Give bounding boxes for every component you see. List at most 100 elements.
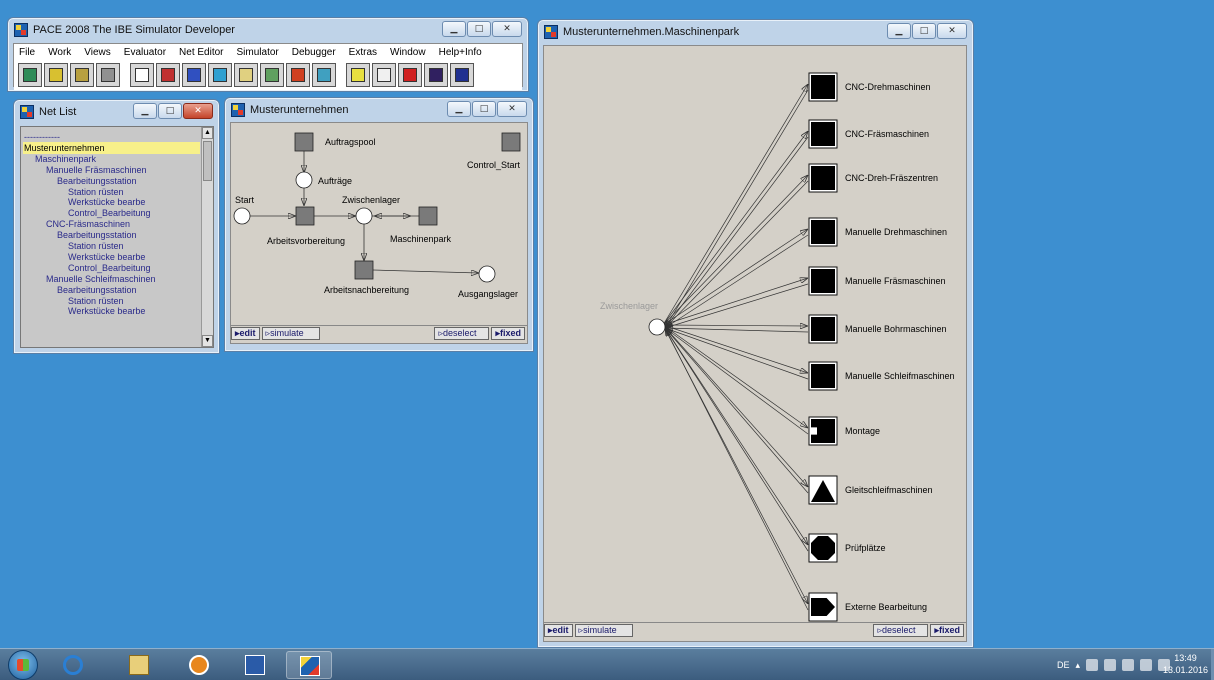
hand-stop-tool-button[interactable] (398, 63, 422, 87)
fixed-button[interactable]: ▸fixed (491, 326, 525, 340)
taskbar-app-ie[interactable] (50, 651, 96, 679)
taskbar-app-media-player[interactable] (176, 651, 222, 679)
edit-button[interactable]: ▸edit (544, 623, 573, 637)
machine-node[interactable]: Prüfplätze (808, 533, 886, 563)
open-icon (49, 68, 63, 82)
taskbar-app-explorer[interactable] (116, 651, 162, 679)
zwischenlager-place[interactable] (648, 318, 666, 336)
simulate-button[interactable]: ▹simulate (261, 326, 320, 340)
net-list-item[interactable]: Werkstücke bearbe (23, 305, 145, 317)
close-button[interactable]: ✕ (183, 103, 213, 119)
maximize-button[interactable]: □ (158, 103, 182, 119)
deselect-button[interactable]: ▹deselect (873, 623, 929, 637)
notes-tool-button[interactable] (346, 63, 370, 87)
line-chart-tool-button[interactable] (234, 63, 258, 87)
menu-debugger[interactable]: Debugger (292, 47, 336, 58)
fixed-button[interactable]: ▸fixed (930, 623, 964, 637)
close-button[interactable]: ✕ (497, 101, 527, 117)
machine-node[interactable]: Manuelle Schleifmaschinen (808, 361, 955, 391)
scroll-down-button[interactable]: ▼ (202, 335, 213, 347)
language-indicator[interactable]: DE (1057, 660, 1070, 670)
start-place[interactable] (233, 207, 251, 225)
zwischenlager-place[interactable] (355, 207, 373, 225)
menu-net-editor[interactable]: Net Editor (179, 47, 223, 58)
title-bar[interactable]: PACE 2008 The IBE Simulator Developer ▁ … (8, 18, 528, 42)
edit-button[interactable]: ▸edit (231, 326, 260, 340)
title-bar[interactable]: Musterunternehmen.Maschinenpark ▁ □ ✕ (538, 20, 973, 44)
menu-work[interactable]: Work (48, 47, 71, 58)
calendar-icon (317, 68, 331, 82)
deselect-button[interactable]: ▹deselect (434, 326, 490, 340)
maschinenpark-transition[interactable] (418, 206, 438, 226)
ausgangslager-place[interactable] (478, 265, 496, 283)
arbeitsvorbereitung-label: Arbeitsvorbereitung (267, 236, 345, 246)
bar-chart-tool-button[interactable] (156, 63, 180, 87)
simulate-button[interactable]: ▹simulate (574, 623, 633, 637)
document-tool-button[interactable] (372, 63, 396, 87)
calendar-tool-button[interactable] (312, 63, 336, 87)
auftraege-place[interactable] (295, 171, 313, 189)
menu-views[interactable]: Views (84, 47, 111, 58)
palette-tool-button[interactable] (18, 63, 42, 87)
clock-tool-button[interactable] (208, 63, 232, 87)
menu-evaluator[interactable]: Evaluator (124, 47, 166, 58)
menu-simulator[interactable]: Simulator (237, 47, 279, 58)
flag-icon[interactable] (1086, 659, 1098, 671)
save-icon (75, 68, 89, 82)
minimize-button[interactable]: ▁ (442, 21, 466, 37)
maximize-button[interactable]: □ (912, 23, 936, 39)
book-tool-button[interactable] (450, 63, 474, 87)
curve-chart-tool-button[interactable] (260, 63, 284, 87)
net-statusbar: ▸edit ▹simulate ▹deselect ▸fixed (231, 325, 527, 340)
menu-help-info[interactable]: Help+Info (439, 47, 482, 58)
debug-tool-button[interactable] (424, 63, 448, 87)
star-tool-button[interactable] (286, 63, 310, 87)
minimize-button[interactable]: ▁ (447, 101, 471, 117)
taskbar-app-pace[interactable] (286, 651, 332, 679)
machine-node[interactable]: Montage (808, 416, 880, 446)
clock-time: 13:49 (1174, 653, 1197, 663)
machine-node[interactable]: Manuelle Fräsmaschinen (808, 266, 946, 296)
device-icon[interactable] (1104, 659, 1116, 671)
menu-file[interactable]: File (19, 47, 35, 58)
open-tool-button[interactable] (44, 63, 68, 87)
scroll-thumb[interactable] (203, 141, 212, 181)
menu-extras[interactable]: Extras (349, 47, 377, 58)
net-canvas[interactable]: Auftragspool Control_Start Aufträge Star… (230, 122, 528, 344)
title-bar[interactable]: Net List ▁ □ ✕ (14, 100, 219, 124)
tray-expand-icon[interactable]: ▴ (1075, 660, 1080, 671)
start-button[interactable] (8, 650, 38, 680)
clock[interactable]: 13:49 13.01.2016 (1163, 652, 1208, 676)
net-list[interactable]: ------------ Musterunternehmen Maschinenpa… (20, 126, 214, 348)
pace-main-window: PACE 2008 The IBE Simulator Developer ▁ … (7, 17, 529, 92)
machine-node[interactable]: CNC-Dreh-Fräszentren (808, 163, 938, 193)
control-start-transition[interactable] (501, 132, 521, 152)
title-bar[interactable]: Musterunternehmen ▁ □ ✕ (225, 98, 533, 122)
machine-node[interactable]: CNC-Fräsmaschinen (808, 119, 929, 149)
park-canvas[interactable]: CNC-Drehmaschinen CNC-Fräsmaschinen CNC-Dr… (543, 45, 967, 642)
minimize-button[interactable]: ▁ (133, 103, 157, 119)
machine-node[interactable]: Manuelle Bohrmaschinen (808, 314, 947, 344)
maximize-button[interactable]: □ (472, 101, 496, 117)
scroll-up-button[interactable]: ▲ (202, 127, 213, 139)
auftragspool-transition[interactable] (294, 132, 314, 152)
grid-tool-button[interactable] (130, 63, 154, 87)
close-button[interactable]: ✕ (492, 21, 522, 37)
machine-node[interactable]: Manuelle Drehmaschinen (808, 217, 947, 247)
vertical-scrollbar[interactable]: ▲ ▼ (201, 127, 213, 347)
menu-window[interactable]: Window (390, 47, 426, 58)
save-tool-button[interactable] (70, 63, 94, 87)
copy-tool-button[interactable] (96, 63, 120, 87)
taskbar-app-word[interactable] (232, 651, 278, 679)
machine-node[interactable]: Gleitschleifmaschinen (808, 475, 933, 505)
machine-node[interactable]: Externe Bearbeitung (808, 592, 927, 622)
arbeitsnachbereitung-transition[interactable] (354, 260, 374, 280)
close-button[interactable]: ✕ (937, 23, 967, 39)
column-chart-tool-button[interactable] (182, 63, 206, 87)
maximize-button[interactable]: □ (467, 21, 491, 37)
minimize-button[interactable]: ▁ (887, 23, 911, 39)
volume-icon[interactable] (1140, 659, 1152, 671)
network-icon[interactable] (1122, 659, 1134, 671)
arbeitsvorbereitung-transition[interactable] (295, 206, 315, 226)
machine-node[interactable]: CNC-Drehmaschinen (808, 72, 931, 102)
